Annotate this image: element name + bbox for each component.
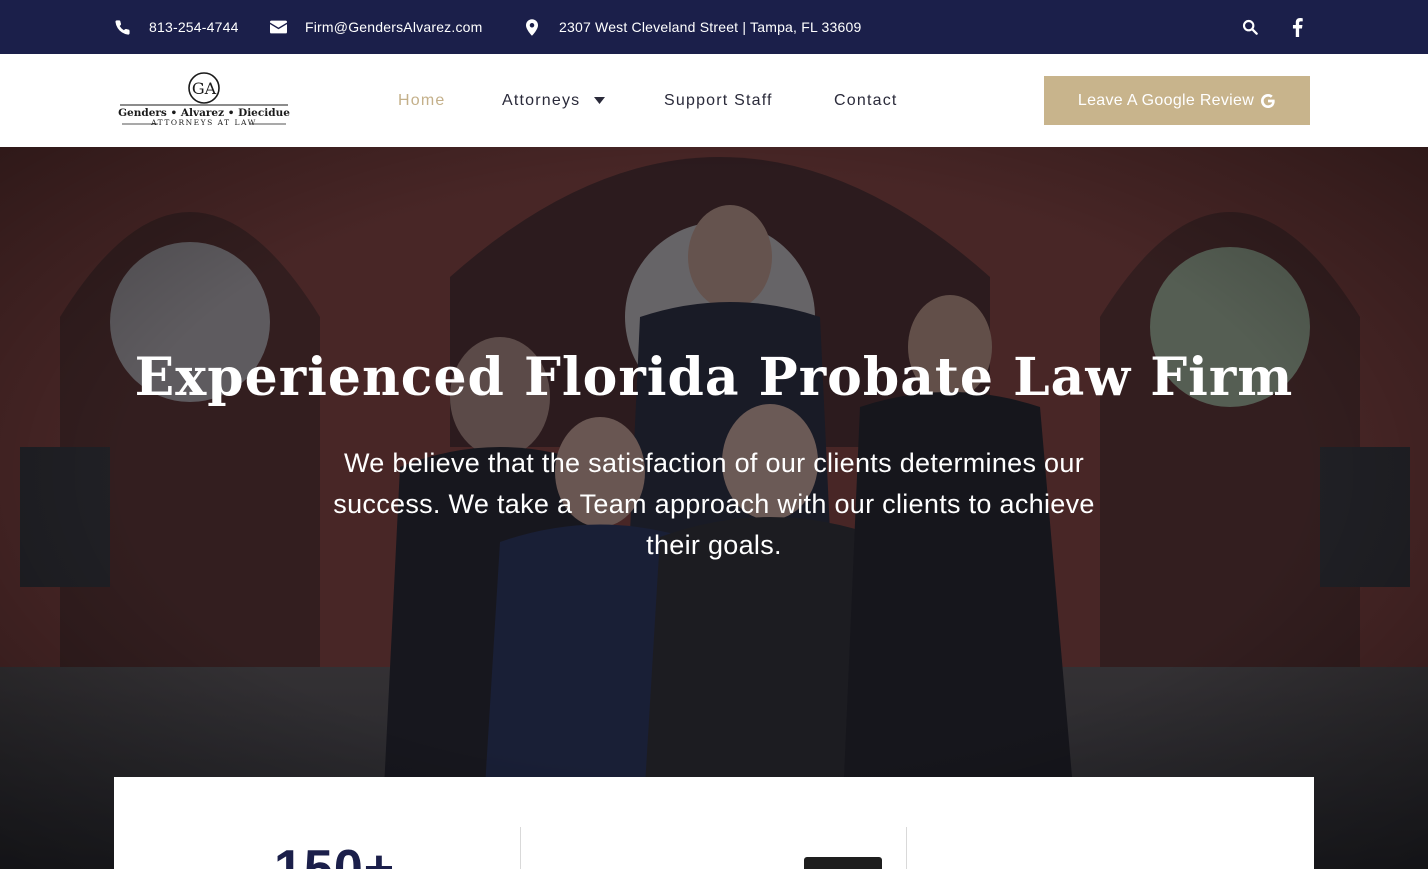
email-link[interactable]: Firm@GendersAlvarez.com	[270, 0, 483, 54]
logo-mark: GA Genders • Alvarez • Diecidue ATTORNEY…	[118, 72, 290, 127]
google-review-label: Leave A Google Review	[1077, 91, 1255, 109]
google-review-button[interactable]: Leave A Google Review	[1044, 76, 1310, 125]
nav-home-label: Home	[398, 91, 446, 109]
facebook-link[interactable]	[1292, 0, 1303, 54]
phone-icon	[115, 19, 130, 35]
nav-contact-label: Contact	[834, 91, 898, 109]
facebook-icon	[1292, 17, 1303, 37]
address-link[interactable]: 2307 West Cleveland Street | Tampa, FL 3…	[526, 0, 861, 54]
nav-contact[interactable]: Contact	[834, 54, 898, 147]
hero-subtitle: We believe that the satisfaction of our …	[333, 448, 1095, 560]
nav-support-staff-label: Support Staff	[664, 91, 773, 109]
google-icon	[1261, 93, 1275, 108]
nav-attorneys[interactable]: Attorneys	[502, 54, 606, 147]
logo-monogram: GA	[192, 79, 217, 98]
phone-number: 813-254-4744	[149, 19, 239, 35]
nav-support-staff[interactable]: Support Staff	[664, 54, 773, 147]
map-pin-icon	[526, 18, 538, 36]
nav-attorneys-label: Attorneys	[502, 91, 581, 109]
main-header: GA Genders • Alvarez • Diecidue ATTORNEY…	[0, 54, 1428, 147]
stats-card: 150+	[114, 777, 1314, 869]
search-button[interactable]	[1242, 0, 1258, 54]
email-address: Firm@GendersAlvarez.com	[305, 19, 483, 35]
top-contact-bar: 813-254-4744 Firm@GendersAlvarez.com 230…	[0, 0, 1428, 54]
hero-title: Experienced Florida Probate Law Firm	[134, 347, 1294, 408]
hero-section: Experienced Florida Probate Law Firm We …	[0, 147, 1428, 869]
stat-divider	[520, 827, 521, 869]
caret-down-icon	[594, 97, 606, 104]
search-icon	[1242, 19, 1258, 35]
stat-number: 150+	[274, 840, 396, 869]
logo-tagline: ATTORNEYS AT LAW	[150, 118, 257, 127]
envelope-icon	[270, 20, 287, 34]
award-badge-image	[804, 857, 882, 869]
firm-logo[interactable]: GA Genders • Alvarez • Diecidue ATTORNEY…	[118, 72, 290, 128]
street-address: 2307 West Cleveland Street | Tampa, FL 3…	[559, 19, 862, 35]
stat-divider	[906, 827, 907, 869]
nav-home[interactable]: Home	[398, 54, 445, 147]
phone-link[interactable]: 813-254-4744	[114, 0, 239, 54]
